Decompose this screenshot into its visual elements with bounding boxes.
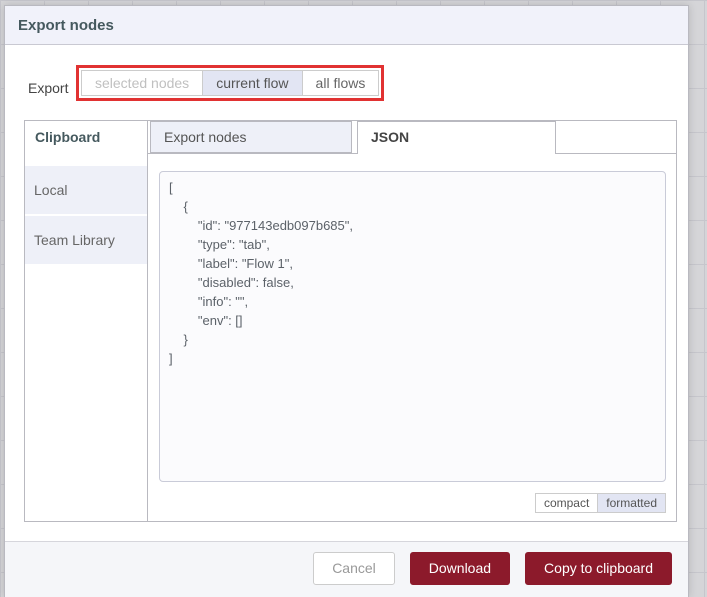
download-button[interactable]: Download [409,552,511,585]
format-formatted-button[interactable]: formatted [597,493,666,513]
sidebar-item-team-library[interactable]: Team Library [25,216,147,264]
export-scope-label: Export [28,80,69,96]
format-compact-button[interactable]: compact [534,493,599,513]
json-textarea[interactable]: [ { "id": "977143edb097b685", "type": "t… [159,171,666,482]
dialog-footer: Cancel Download Copy to clipboard [5,541,688,597]
format-toggle-group: compact formatted [534,493,666,513]
sidebar-divider [147,121,148,521]
annotation-highlight-box: selected nodes current flow all flows [76,65,385,101]
cancel-button[interactable]: Cancel [313,552,395,585]
export-option-current-flow[interactable]: current flow [202,70,303,96]
tab-export-nodes[interactable]: Export nodes [150,121,352,153]
tab-json[interactable]: JSON [357,121,556,154]
copy-to-clipboard-button[interactable]: Copy to clipboard [525,552,672,585]
sidebar-item-local[interactable]: Local [25,166,147,214]
dialog-title: Export nodes [5,6,688,45]
export-nodes-dialog: Export nodes Export selected nodes curre… [4,5,689,597]
export-option-all-flows[interactable]: all flows [301,70,380,96]
sidebar-header-clipboard: Clipboard [25,121,147,154]
export-option-selected-nodes[interactable]: selected nodes [81,70,204,96]
export-panel: Clipboard Export nodes JSON Local Team L… [24,120,677,522]
